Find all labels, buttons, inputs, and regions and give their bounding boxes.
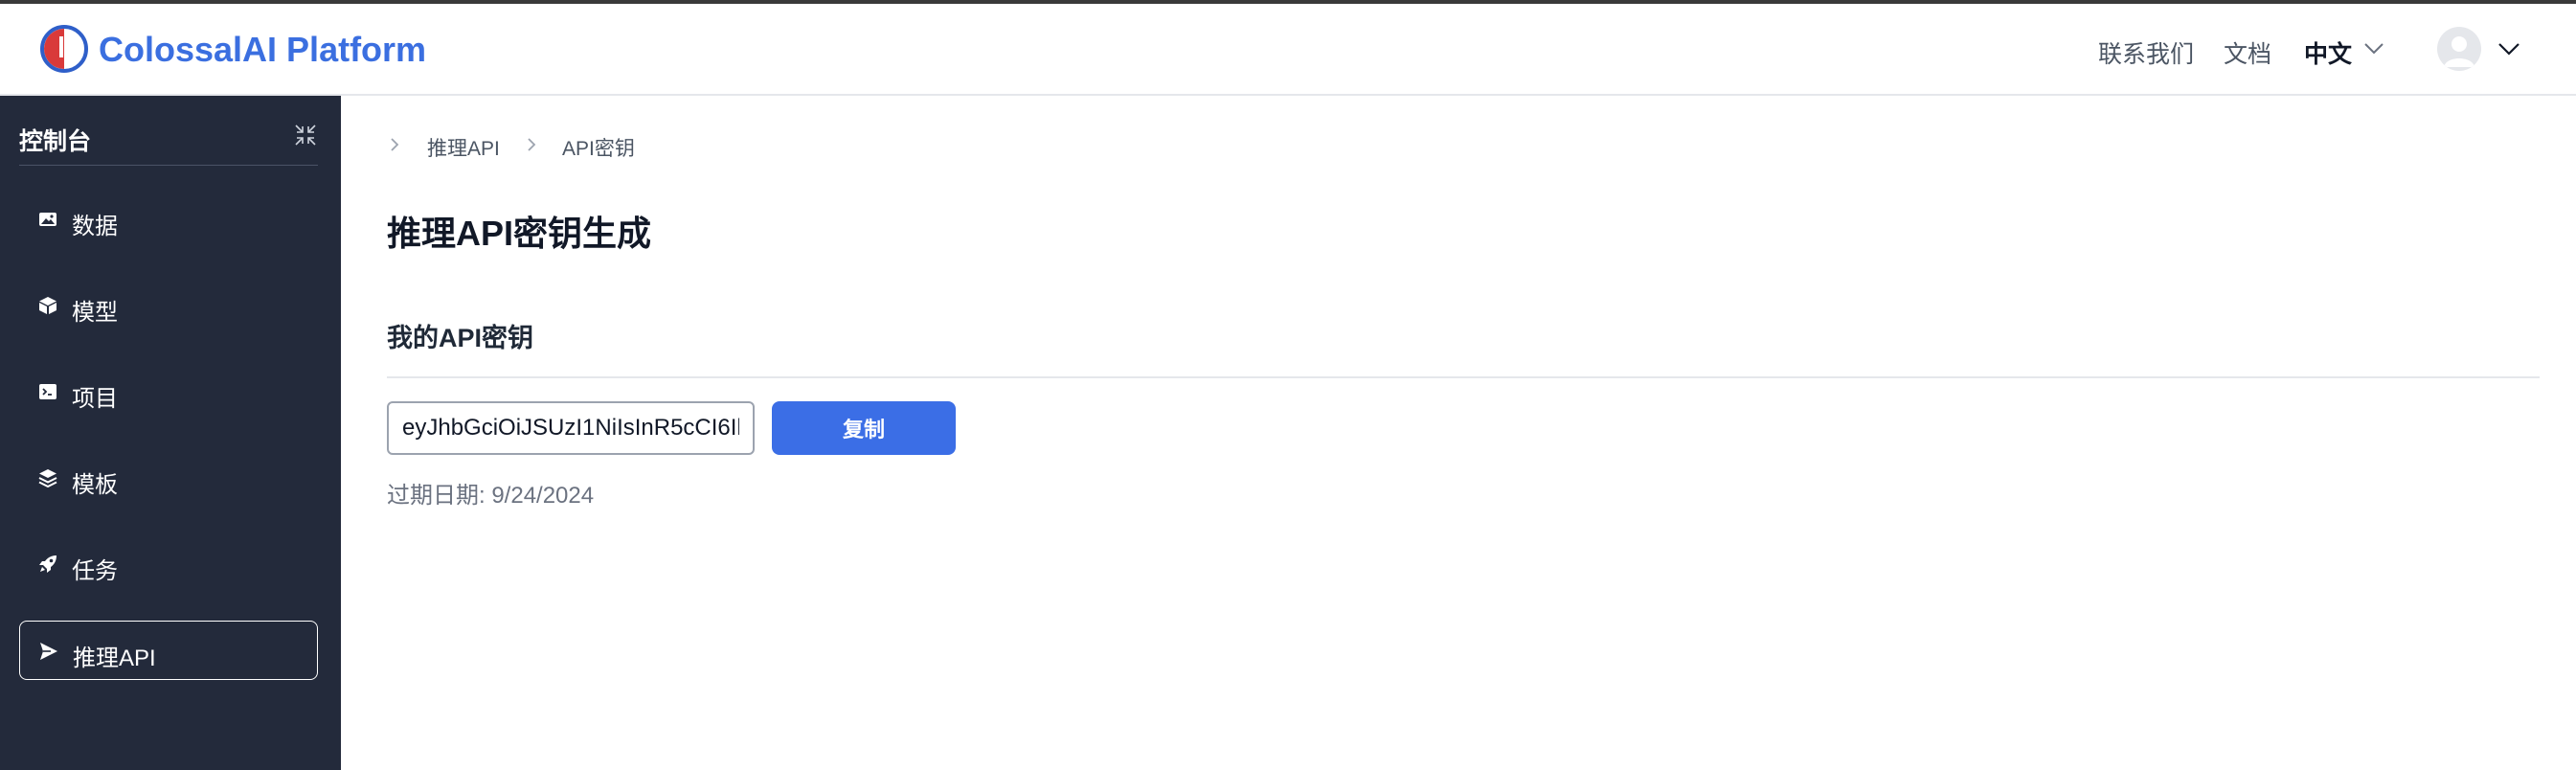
chevron-down-icon[interactable] bbox=[2497, 42, 2520, 57]
sidebar-item-label: 模板 bbox=[72, 472, 118, 498]
sidebar-item-templates[interactable]: 模板 bbox=[19, 448, 318, 508]
page-title: 推理API密钥生成 bbox=[387, 214, 652, 253]
rocket-icon bbox=[39, 555, 56, 573]
image-icon bbox=[39, 213, 56, 226]
expiry-date: 过期日期: 9/24/2024 bbox=[387, 483, 595, 509]
chevron-right-icon bbox=[528, 138, 536, 151]
sidebar-divider bbox=[19, 165, 318, 166]
section-divider bbox=[387, 376, 2540, 378]
sidebar-item-label: 项目 bbox=[72, 386, 118, 412]
layers-icon bbox=[38, 469, 57, 487]
terminal-icon bbox=[39, 384, 56, 399]
contact-us-link[interactable]: 联系我们 bbox=[2098, 35, 2194, 70]
sidebar-item-data[interactable]: 数据 bbox=[19, 190, 318, 249]
breadcrumb-item[interactable]: API密钥 bbox=[562, 133, 635, 162]
user-avatar-icon[interactable] bbox=[2437, 27, 2481, 71]
section-title: 我的API密钥 bbox=[387, 324, 534, 352]
docs-link[interactable]: 文档 bbox=[2224, 35, 2271, 70]
colossalai-logo[interactable] bbox=[40, 25, 88, 73]
brand-name[interactable]: ColossalAI Platform bbox=[99, 30, 426, 70]
copy-button[interactable]: 复制 bbox=[772, 401, 956, 455]
sidebar: 控制台 数据 模型 项目 模板 任务 推理API bbox=[0, 96, 341, 770]
language-selector[interactable]: 中文 bbox=[2304, 35, 2352, 70]
chevron-down-icon[interactable] bbox=[2363, 42, 2384, 56]
sidebar-item-models[interactable]: 模型 bbox=[19, 276, 318, 335]
collapse-icon[interactable] bbox=[295, 125, 316, 146]
sidebar-item-label: 推理API bbox=[73, 645, 156, 671]
send-icon bbox=[40, 643, 57, 660]
top-header: ColossalAI Platform 联系我们 文档 中文 bbox=[0, 4, 2576, 96]
sidebar-item-tasks[interactable]: 任务 bbox=[19, 534, 318, 594]
chevron-right-icon bbox=[391, 138, 399, 151]
sidebar-item-label: 任务 bbox=[72, 558, 118, 584]
cube-icon bbox=[39, 297, 56, 314]
sidebar-title: 控制台 bbox=[19, 128, 92, 155]
sidebar-item-label: 模型 bbox=[72, 300, 118, 326]
api-key-field[interactable] bbox=[387, 401, 755, 455]
sidebar-item-inference-api[interactable]: 推理API bbox=[19, 621, 318, 680]
sidebar-item-projects[interactable]: 项目 bbox=[19, 362, 318, 421]
breadcrumb-item[interactable]: 推理API bbox=[427, 133, 500, 162]
sidebar-item-label: 数据 bbox=[72, 214, 118, 239]
